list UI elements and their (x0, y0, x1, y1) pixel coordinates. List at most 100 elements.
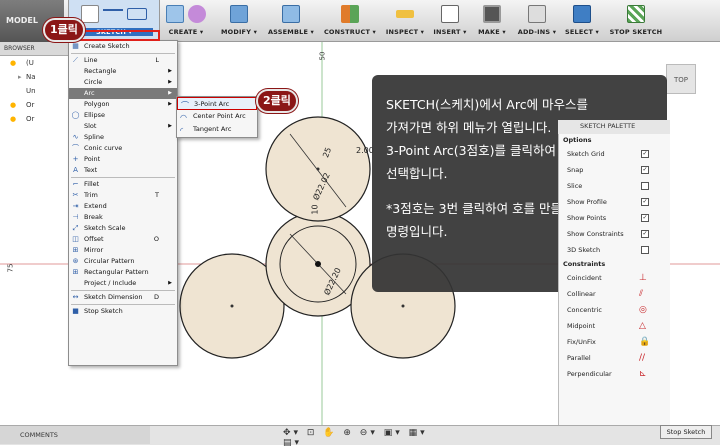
spline-icon: ∿ (72, 133, 79, 141)
modify-group[interactable]: MODIFY ▾ (216, 0, 262, 42)
constraint-perpendicular[interactable]: Perpendicular ⊾ (559, 366, 670, 382)
palette-section-title[interactable]: Options (559, 134, 670, 146)
inspect-group[interactable]: INSPECT ▾ (382, 0, 428, 42)
palette-option[interactable]: Show Points ✓ (559, 210, 670, 226)
rectangle-icon[interactable] (127, 8, 147, 20)
browser-tree: ● (U ▸ Na Un ● Or ● Or (0, 57, 68, 127)
stop-sketch-group[interactable]: STOP SKETCH (608, 0, 664, 42)
left-center-point (230, 304, 234, 308)
navigation-bar[interactable]: ✥▾ ⊡ ✋ ⊕ ⊖▾ ▣▾ ▦▾ ▤▾ (283, 428, 428, 448)
insert-group[interactable]: INSERT ▾ (430, 0, 470, 42)
browser-row[interactable]: ▸ Na (0, 71, 68, 85)
menu-item-sketch-dimension[interactable]: ↔ Sketch Dimension D (69, 292, 177, 303)
create-sketch-icon[interactable] (81, 5, 99, 23)
constraint-concentric[interactable]: Concentric ◎ (559, 302, 670, 318)
palette-option[interactable]: 3D Sketch (559, 242, 670, 258)
create-group[interactable]: CREATE ▾ (158, 0, 214, 42)
menu-item-create-sketch[interactable]: ▦ Create Sketch (69, 41, 177, 52)
palette-option[interactable]: Snap ✓ (559, 162, 670, 178)
comments-panel[interactable]: COMMENTS (0, 426, 150, 444)
menu-item-ellipse[interactable]: ◯ Ellipse (69, 110, 177, 121)
addins-label: ADD-INS ▾ (517, 28, 557, 36)
menu-item-circle[interactable]: Circle ▶ (69, 77, 177, 88)
constraint-fix-unfix[interactable]: Fix/UnFix 🔒 (559, 334, 670, 350)
palette-checkbox[interactable]: ✓ (641, 150, 649, 158)
menu-item-label: Circle (84, 78, 103, 86)
constraint-midpoint[interactable]: Midpoint △ (559, 318, 670, 334)
menu-item-rectangular-pattern[interactable]: ⊞ Rectangular Pattern (69, 267, 177, 278)
constraint-label: Concentric (567, 306, 602, 314)
palette-checkbox[interactable]: ✓ (641, 198, 649, 206)
menu-item-extend[interactable]: ⇥ Extend (69, 201, 177, 212)
point-icon: + (72, 155, 79, 163)
make-label: MAKE ▾ (478, 28, 506, 36)
submenu-item-center-point-arc[interactable]: ◠ Center Point Arc (177, 110, 257, 123)
palette-option[interactable]: Show Profile ✓ (559, 194, 670, 210)
constraint-collinear[interactable]: Collinear ⫽ (559, 286, 670, 302)
menu-item-label: Arc (84, 89, 95, 97)
menu-item-label: Create Sketch (84, 42, 130, 50)
sketch-palette-header[interactable]: SKETCH PALETTE (558, 120, 670, 134)
menu-item-arc[interactable]: Arc ▶ (69, 88, 177, 99)
browser-row[interactable]: ● (U (0, 57, 68, 71)
menu-item-point[interactable]: + Point (69, 154, 177, 165)
browser-header[interactable]: BROWSER (0, 42, 68, 56)
palette-checkbox[interactable] (641, 182, 649, 190)
menu-item-conic-curve[interactable]: ⌒ Conic curve (69, 143, 177, 154)
palette-checkbox[interactable]: ✓ (641, 166, 649, 174)
3d-print-icon (483, 5, 501, 23)
menu-item-project-include[interactable]: Project / Include ▶ (69, 278, 177, 289)
menu-item-trim[interactable]: ✂ Trim T (69, 190, 177, 201)
select-group[interactable]: SELECT ▾ (562, 0, 602, 42)
palette-option-label: Sketch Grid (567, 150, 605, 158)
constraint-icon: ⊥ (639, 273, 647, 283)
constraint-parallel[interactable]: Parallel // (559, 350, 670, 366)
palette-option-label: Snap (567, 166, 584, 174)
sketch-dimension-icon: ↔ (72, 293, 79, 301)
palette-option[interactable]: Slice (559, 178, 670, 194)
menu-item-rectangle[interactable]: Rectangle ▶ (69, 66, 177, 77)
conic-curve-icon: ⌒ (72, 144, 79, 152)
menu-item-label: Extend (84, 202, 107, 210)
assemble-group[interactable]: ASSEMBLE ▾ (264, 0, 318, 42)
browser-row[interactable]: ● Or (0, 113, 68, 127)
submenu-item-3-point-arc[interactable]: ⌒ 3-Point Arc (177, 97, 257, 110)
menu-item-fillet[interactable]: ⌐ Fillet (69, 179, 177, 190)
menu-item-stop-sketch[interactable]: ■ Stop Sketch (69, 306, 177, 317)
menu-item-label: Line (84, 56, 98, 64)
palette-option[interactable]: Sketch Grid ✓ (559, 146, 670, 162)
constraint-label: Collinear (567, 290, 596, 298)
menu-item-sketch-scale[interactable]: ⤢ Sketch Scale (69, 223, 177, 234)
menu-item-polygon[interactable]: Polygon ▶ (69, 99, 177, 110)
line-icon: ⟋ (73, 56, 78, 64)
palette-checkbox[interactable] (641, 246, 649, 254)
menu-item-label: Offset (84, 235, 104, 243)
menu-item-offset[interactable]: ◫ Offset O (69, 234, 177, 245)
browser-row[interactable]: ● Or (0, 99, 68, 113)
menu-item-mirror[interactable]: ⊞ Mirror (69, 245, 177, 256)
menu-item-text[interactable]: A Text (69, 165, 177, 176)
stop-sketch-button[interactable]: Stop Sketch (660, 425, 712, 439)
view-cube[interactable]: TOP (666, 64, 696, 94)
line-icon[interactable] (103, 9, 123, 19)
menu-item-spline[interactable]: ∿ Spline (69, 132, 177, 143)
addins-group[interactable]: ADD-INS ▾ (514, 0, 560, 42)
browser-row[interactable]: Un (0, 85, 68, 99)
menu-item-slot[interactable]: Slot ▶ (69, 121, 177, 132)
constraint-icon: // (639, 353, 646, 363)
menu-item-label: Polygon (84, 100, 110, 108)
palette-section-title[interactable]: Constraints (559, 258, 670, 270)
menu-item-shortcut: O (153, 235, 159, 243)
menu-item-line[interactable]: ⟋ Line L (69, 55, 177, 66)
menu-item-circular-pattern[interactable]: ⊛ Circular Pattern (69, 256, 177, 267)
palette-checkbox[interactable]: ✓ (641, 214, 649, 222)
menu-item-break[interactable]: ⊣ Break (69, 212, 177, 223)
construct-group[interactable]: CONSTRUCT ▾ (322, 0, 378, 42)
make-group[interactable]: MAKE ▾ (474, 0, 510, 42)
menu-item-label: Break (84, 213, 103, 221)
submenu-item-tangent-arc[interactable]: ◜ Tangent Arc (177, 123, 257, 136)
arc-submenu: ⌒ 3-Point Arc ◠ Center Point Arc ◜ Tangent Ar… (176, 96, 258, 138)
palette-option[interactable]: Show Constraints ✓ (559, 226, 670, 242)
constraint-coincident[interactable]: Coincident ⊥ (559, 270, 670, 286)
palette-checkbox[interactable]: ✓ (641, 230, 649, 238)
